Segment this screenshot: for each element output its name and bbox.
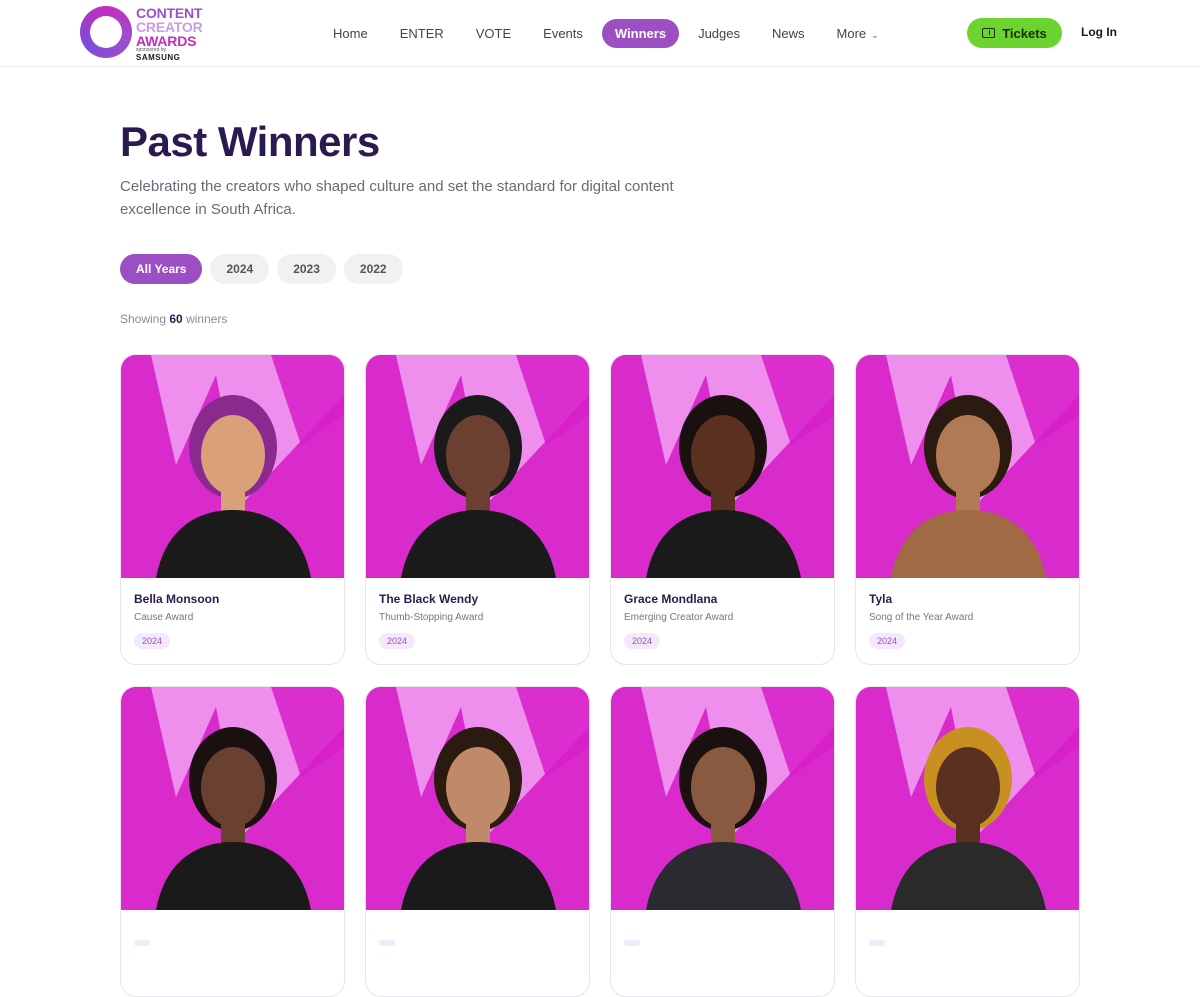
nav-more-label: More bbox=[836, 26, 867, 41]
nav-winners[interactable]: Winners bbox=[601, 19, 680, 48]
nav-events[interactable]: Events bbox=[530, 19, 596, 48]
winners-grid: Bella Monsoon Cause Award 2024 The Black We… bbox=[120, 354, 1080, 997]
winner-info: Tyla Song of the Year Award 2024 bbox=[856, 578, 1079, 649]
nav-judges[interactable]: Judges bbox=[685, 19, 753, 48]
winner-card[interactable]: Tyla Song of the Year Award 2024 bbox=[855, 354, 1080, 665]
winner-year-badge: 2024 bbox=[624, 633, 661, 649]
nav-news[interactable]: News bbox=[759, 19, 818, 48]
winner-info: Grace Mondlana Emerging Creator Award 2024 bbox=[611, 578, 834, 649]
winner-award: Song of the Year Award bbox=[869, 612, 974, 623]
logo-line-1: CONTENT bbox=[136, 5, 203, 21]
year-filter: All Years 2024 2023 2022 bbox=[120, 254, 403, 284]
tickets-label: Tickets bbox=[1002, 25, 1047, 41]
winner-photo bbox=[856, 355, 1079, 578]
winner-portrait-image bbox=[856, 687, 1079, 910]
winner-name: The Black Wendy bbox=[379, 592, 479, 606]
winner-year-badge bbox=[134, 940, 150, 946]
winner-card[interactable] bbox=[610, 686, 835, 997]
filter-2023[interactable]: 2023 bbox=[277, 254, 336, 284]
site-header: CONTENT CREATOR AWARDS sponsored by SAMS… bbox=[0, 0, 1200, 67]
winner-name: Grace Mondlana bbox=[624, 592, 718, 606]
winner-info bbox=[611, 910, 834, 951]
winner-card[interactable] bbox=[365, 686, 590, 997]
winner-photo bbox=[366, 355, 589, 578]
winner-card[interactable] bbox=[120, 686, 345, 997]
winner-photo bbox=[611, 355, 834, 578]
winner-card[interactable]: Grace Mondlana Emerging Creator Award 2024 bbox=[610, 354, 835, 665]
winner-year-badge bbox=[869, 940, 885, 946]
winner-award: Emerging Creator Award bbox=[624, 612, 734, 623]
winner-name: Bella Monsoon bbox=[134, 592, 220, 606]
nav-home[interactable]: Home bbox=[320, 19, 381, 48]
ticket-icon bbox=[982, 28, 996, 38]
page-title: Past Winners bbox=[120, 118, 380, 165]
winner-portrait-image bbox=[611, 355, 834, 578]
winner-award: Cause Award bbox=[134, 612, 194, 623]
logo-wordmark: CONTENT CREATOR AWARDS bbox=[136, 6, 203, 48]
winner-award: Thumb-Stopping Award bbox=[379, 612, 484, 623]
winner-card[interactable]: Bella Monsoon Cause Award 2024 bbox=[120, 354, 345, 665]
winner-portrait-image bbox=[366, 355, 589, 578]
winner-info bbox=[366, 910, 589, 951]
winner-portrait-image bbox=[856, 355, 1079, 578]
winner-year-badge: 2024 bbox=[869, 633, 906, 649]
results-count: Showing 60 winners bbox=[120, 312, 227, 326]
winner-card[interactable]: The Black Wendy Thumb-Stopping Award 2024 bbox=[365, 354, 590, 665]
winner-year-badge bbox=[624, 940, 640, 946]
nav-more[interactable]: More ⌄ bbox=[824, 19, 892, 48]
winner-portrait-image bbox=[366, 687, 589, 910]
sponsor-name: SAMSUNG bbox=[136, 53, 181, 62]
tickets-button[interactable]: Tickets bbox=[967, 18, 1062, 48]
winner-portrait-image bbox=[611, 687, 834, 910]
winner-info: The Black Wendy Thumb-Stopping Award 2024 bbox=[366, 578, 589, 649]
winner-info: Bella Monsoon Cause Award 2024 bbox=[121, 578, 344, 649]
filter-2022[interactable]: 2022 bbox=[343, 254, 403, 284]
winner-name: Tyla bbox=[869, 592, 893, 606]
login-link[interactable]: Log In bbox=[1081, 25, 1117, 39]
brand-logo[interactable]: CONTENT CREATOR AWARDS sponsored by SAMS… bbox=[80, 6, 220, 62]
winner-photo bbox=[121, 687, 344, 910]
page-subtitle: Celebrating the creators who shaped cult… bbox=[120, 178, 674, 218]
logo-line-3: AWARDS bbox=[136, 33, 197, 49]
winner-photo bbox=[856, 687, 1079, 910]
winner-portrait-image bbox=[121, 687, 344, 910]
chevron-down-icon: ⌄ bbox=[871, 30, 879, 40]
main-nav: Home ENTER VOTE Events Winners Judges Ne… bbox=[320, 19, 892, 48]
filter-2024[interactable]: 2024 bbox=[210, 254, 270, 284]
winner-year-badge: 2024 bbox=[379, 633, 416, 649]
winner-year-badge bbox=[379, 940, 395, 946]
winner-year-badge: 2024 bbox=[134, 633, 171, 649]
filter-all-years[interactable]: All Years bbox=[120, 254, 203, 284]
logo-line-2: CREATOR bbox=[136, 19, 203, 35]
winner-photo bbox=[121, 355, 344, 578]
nav-vote[interactable]: VOTE bbox=[463, 19, 524, 48]
nav-enter[interactable]: ENTER bbox=[387, 19, 457, 48]
winner-card[interactable] bbox=[855, 686, 1080, 997]
winner-photo bbox=[611, 687, 834, 910]
results-prefix: Showing bbox=[120, 312, 167, 326]
winner-info bbox=[121, 910, 344, 951]
results-suffix: winners bbox=[186, 312, 228, 326]
winner-photo bbox=[366, 687, 589, 910]
winner-portrait-image bbox=[121, 355, 344, 578]
logo-ring-icon bbox=[80, 6, 132, 58]
winner-info bbox=[856, 910, 1079, 951]
results-number: 60 bbox=[169, 312, 183, 326]
